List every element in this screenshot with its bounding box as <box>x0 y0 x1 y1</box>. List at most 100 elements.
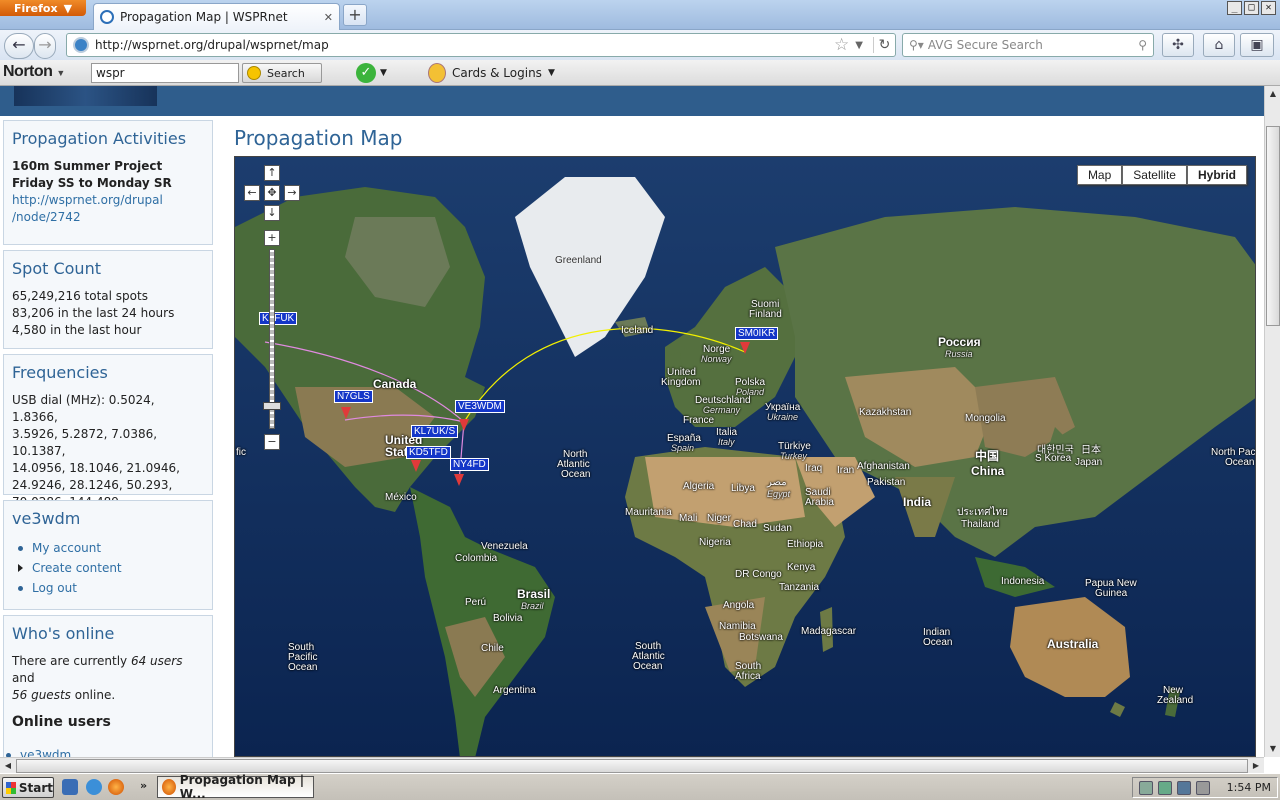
checkmark-icon: ✓ <box>356 63 376 83</box>
close-tab-icon[interactable]: ✕ <box>324 11 333 24</box>
pin-n7gls[interactable] <box>341 407 351 419</box>
url-text[interactable]: http://wsprnet.org/drupal/wsprnet/map <box>95 38 828 52</box>
search-icon[interactable]: ⚲ <box>1138 38 1147 52</box>
site-identity-icon[interactable] <box>73 37 89 53</box>
whos-online-block: Who's online There are currently 64 user… <box>3 615 213 757</box>
marker-ve3wdm[interactable]: VE3WDM <box>455 400 505 413</box>
search-engine-icon[interactable]: ⚲▾ <box>909 38 924 52</box>
quicklaunch-overflow-icon[interactable]: » <box>140 779 147 792</box>
forward-button[interactable]: → <box>34 33 56 59</box>
norton-search-input[interactable]: wspr <box>91 63 239 83</box>
back-button[interactable]: ← <box>4 33 34 59</box>
label-chile: Chile <box>481 643 504 654</box>
scroll-up-icon[interactable]: ▲ <box>1266 87 1280 101</box>
online-user-link[interactable]: ve3wdm <box>20 748 71 757</box>
vertical-scroll-thumb[interactable] <box>1266 126 1280 326</box>
zoom-slider[interactable] <box>263 249 281 429</box>
spot-count-block: Spot Count 65,249,216 total spots 83,206… <box>3 250 213 349</box>
lock-icon <box>428 63 446 83</box>
search-bar[interactable]: ⚲▾ AVG Secure Search ⚲ <box>902 33 1154 57</box>
pin-ve3wdm[interactable] <box>459 419 469 431</box>
url-dropdown-icon[interactable]: ▼ <box>855 40 863 51</box>
bookmark-star-icon[interactable]: ☆ <box>834 35 849 55</box>
windows-logo-icon <box>6 781 16 794</box>
zoom-slider-handle[interactable] <box>263 402 281 410</box>
norton-safe-web-button[interactable]: ✓ ▼ <box>356 63 387 83</box>
zoom-out-icon[interactable]: − <box>264 434 280 450</box>
bookmarks-menu-icon[interactable]: ▣ <box>1240 33 1274 57</box>
pin-kd5tfd[interactable] <box>411 460 421 472</box>
label-zhongguo: 中国 <box>975 449 1000 463</box>
tab-propagation-map[interactable]: Propagation Map | WSPRnet ✕ <box>93 3 340 30</box>
chevron-down-icon: ▼ <box>547 68 555 78</box>
reload-icon[interactable]: ↻ <box>873 37 895 53</box>
label-indonesia: Indonesia <box>1001 576 1045 587</box>
pin-ny4fd[interactable] <box>454 474 464 486</box>
new-tab-button[interactable]: + <box>343 4 367 26</box>
firefox-quicklaunch-icon[interactable] <box>108 779 124 795</box>
show-desktop-icon[interactable] <box>62 779 78 795</box>
taskbar-item-firefox[interactable]: Propagation Map | W... <box>157 773 314 800</box>
frequencies-title: Frequencies <box>12 363 108 382</box>
frequencies-block: Frequencies USB dial (MHz): 0.5024, 1.83… <box>3 354 213 509</box>
label-bolivia: Bolivia <box>493 613 523 624</box>
volume-icon[interactable] <box>1196 780 1210 795</box>
my-account-link[interactable]: My account <box>32 541 101 555</box>
norton-search-button[interactable]: Search <box>242 63 322 83</box>
norton-logo[interactable]: Norton ▼ <box>3 63 65 81</box>
start-button[interactable]: Start <box>2 777 54 798</box>
pin-sm0ikr[interactable] <box>740 342 750 354</box>
taskbar-item-label: Propagation Map | W... <box>179 773 305 800</box>
home-icon[interactable]: ⌂ <box>1203 33 1235 57</box>
firefox-menu-button[interactable]: Firefox ▼ <box>0 0 86 16</box>
pan-up-icon[interactable]: ↑ <box>264 165 280 181</box>
create-content-link[interactable]: Create content <box>32 561 122 575</box>
network-icon[interactable] <box>1139 780 1153 795</box>
propagation-map[interactable]: Greenland Iceland Canada United States M… <box>234 156 1256 757</box>
minimize-icon[interactable]: _ <box>1227 1 1242 15</box>
pan-left-icon[interactable]: ← <box>244 185 260 201</box>
scroll-down-icon[interactable]: ▼ <box>1266 742 1280 756</box>
marker-n7gls[interactable]: N7GLS <box>334 390 373 403</box>
security-icon[interactable] <box>1177 780 1191 795</box>
cards-logins-button[interactable]: Cards & Logins ▼ <box>428 63 555 83</box>
address-bar[interactable]: http://wsprnet.org/drupal/wsprnet/map ☆ … <box>66 33 896 57</box>
map-type-map-button[interactable]: Map <box>1076 165 1123 185</box>
battery-icon[interactable] <box>1158 780 1172 795</box>
zoom-in-icon[interactable]: + <box>264 230 280 246</box>
search-input[interactable]: AVG Secure Search <box>928 38 1134 52</box>
whos-online-title: Who's online <box>12 624 115 643</box>
scroll-left-icon[interactable]: ◀ <box>1 759 15 773</box>
pan-down-icon[interactable]: ↓ <box>264 205 280 221</box>
activities-link[interactable]: http://wsprnet.org/drupal/node/2742 <box>12 193 163 224</box>
marker-ny4fd[interactable]: NY4FD <box>450 458 489 471</box>
label-thailand: Thailand <box>961 519 1000 530</box>
horizontal-scroll-thumb[interactable] <box>16 759 1248 773</box>
log-out-link[interactable]: Log out <box>32 581 77 595</box>
clock[interactable]: 1:54 PM <box>1227 781 1271 794</box>
label-dr-congo: DR Congo <box>735 569 782 580</box>
close-window-icon[interactable]: ✕ <box>1261 1 1276 15</box>
pan-right-icon[interactable]: → <box>284 185 300 201</box>
label-mauritania: Mauritania <box>625 507 672 518</box>
scroll-right-icon[interactable]: ▶ <box>1249 759 1263 773</box>
maximize-icon[interactable]: □ <box>1244 1 1259 15</box>
marker-kl7uk[interactable]: KL7UK/S <box>411 425 459 438</box>
map-type-satellite-button[interactable]: Satellite <box>1122 165 1187 185</box>
label-nihon: 日本 <box>1081 445 1101 456</box>
label-misr: مصر <box>767 477 787 488</box>
horizontal-scrollbar[interactable]: ◀ ▶ <box>0 757 1264 773</box>
label-germany: Germany <box>703 405 741 415</box>
map-type-hybrid-button[interactable]: Hybrid <box>1186 165 1247 185</box>
label-indian-ocean-2: Ocean <box>923 637 953 648</box>
internet-explorer-icon[interactable] <box>86 779 102 795</box>
vertical-scrollbar[interactable]: ▲ ▼ <box>1264 86 1280 757</box>
addons-icon[interactable]: ✣ <box>1162 33 1194 57</box>
marker-kd5tfd[interactable]: KD5TFD <box>406 446 451 459</box>
label-madagascar: Madagascar <box>801 626 857 637</box>
activities-title: Propagation Activities <box>12 129 187 148</box>
marker-sm0ikr[interactable]: SM0IKR <box>735 327 779 340</box>
pan-center-icon[interactable]: ✥ <box>264 185 280 201</box>
spot-day: 83,206 in the last 24 hours <box>12 306 175 320</box>
label-niger: Niger <box>707 513 731 524</box>
